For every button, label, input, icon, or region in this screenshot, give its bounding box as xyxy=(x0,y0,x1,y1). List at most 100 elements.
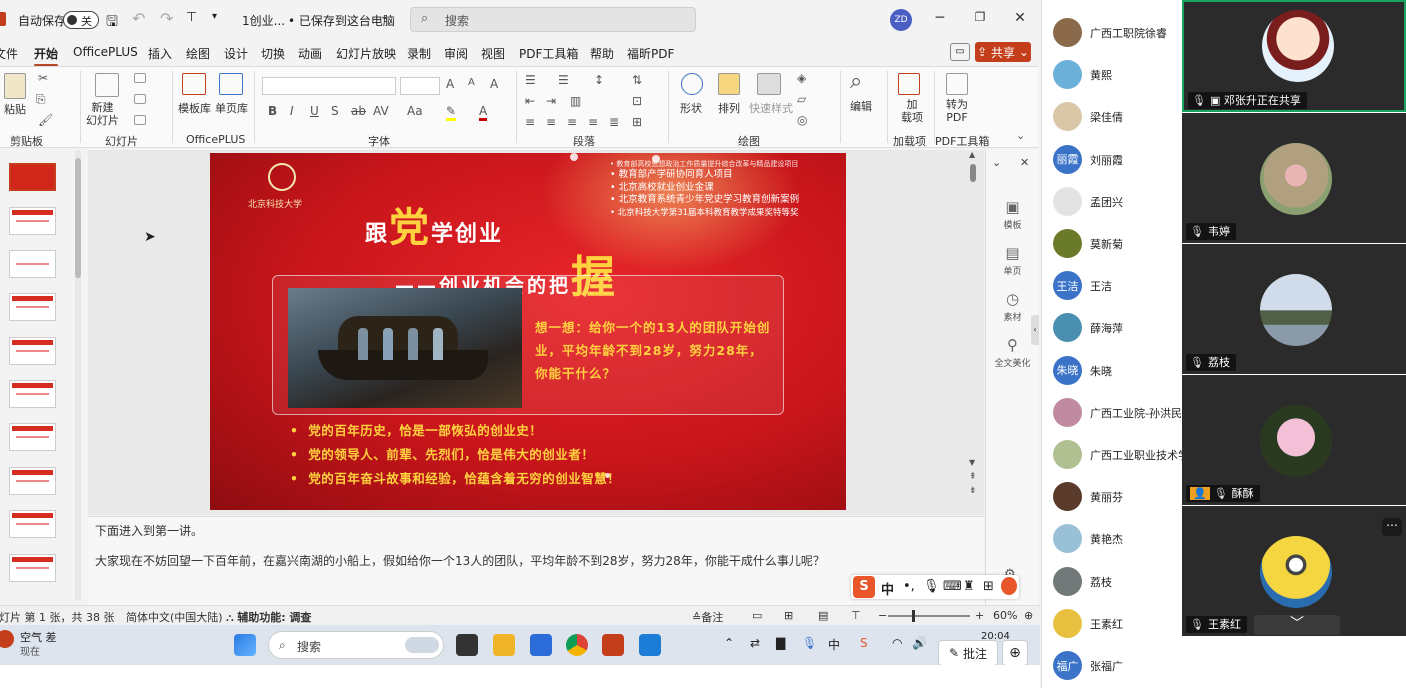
file-explorer-icon[interactable] xyxy=(493,634,515,656)
tray-chart-icon[interactable]: ▇ xyxy=(776,636,785,650)
align-text-icon[interactable]: ⊡ xyxy=(632,94,642,108)
shadow-icon[interactable]: S xyxy=(331,104,339,118)
tab-help[interactable]: 帮助 xyxy=(590,45,614,62)
slideshow-view-icon[interactable]: ⊤ xyxy=(851,609,861,622)
microphone-icon[interactable]: 🎙 xyxy=(923,579,940,594)
zoom-in-icon[interactable]: + xyxy=(975,609,984,622)
participant-row[interactable]: 王素红 xyxy=(1042,603,1182,645)
single-page-library-button[interactable]: 单页库 xyxy=(215,100,248,116)
tab-animations[interactable]: 动画 xyxy=(298,45,322,62)
ime-mode[interactable]: 中 xyxy=(881,579,894,598)
collapse-ribbon-icon[interactable]: ⌄ xyxy=(1016,129,1025,142)
slide-scrollbar[interactable]: ▲ ▼ ⇞ ⇟ xyxy=(969,150,977,505)
slide[interactable]: 北京科技大学 跟党学创业 ——创业机会的把握 教育部高校思想政治工作质量提升综合… xyxy=(210,153,846,510)
tab-design[interactable]: 设计 xyxy=(224,45,248,62)
tab-officeplus[interactable]: OfficePLUS xyxy=(73,45,138,59)
tab-slideshow[interactable]: 幻灯片放映 xyxy=(336,45,396,62)
annotate-button[interactable]: ✎ 批注 xyxy=(938,640,998,666)
justify-icon[interactable]: ≡ xyxy=(588,115,598,129)
redo-icon[interactable]: ↷ xyxy=(160,9,173,28)
shapes-button[interactable]: 形状 xyxy=(680,100,702,116)
weather-icon[interactable] xyxy=(0,630,14,648)
clear-format-icon[interactable]: A xyxy=(490,77,498,91)
panel-options-icon[interactable]: ⌄ xyxy=(992,156,1001,169)
close-icon[interactable]: ✕ xyxy=(1010,10,1030,26)
distribute-icon[interactable]: ≣ xyxy=(609,115,619,129)
tab-transitions[interactable]: 切换 xyxy=(261,45,285,62)
video-tile[interactable]: 👤 🎙 酥酥 xyxy=(1182,375,1406,505)
line-spacing-icon[interactable]: ↕ xyxy=(594,73,604,87)
quick-styles-button[interactable]: 快速样式 xyxy=(749,100,793,116)
save-status[interactable]: • 已保存到这台电脑 xyxy=(288,12,395,29)
tray-sogou-icon[interactable]: S xyxy=(860,636,868,650)
participant-row[interactable]: 广西工业职业技术学 xyxy=(1042,434,1182,476)
slide-thumbnail[interactable] xyxy=(9,337,56,365)
format-painter-icon[interactable]: 🖌 xyxy=(38,113,53,127)
customize-qat-icon[interactable]: ▾ xyxy=(212,11,217,22)
find-icon[interactable]: ⌕ xyxy=(850,69,862,94)
meeting-app-icon[interactable] xyxy=(639,634,661,656)
arrange-button[interactable]: 排列 xyxy=(718,100,740,116)
addins-button[interactable]: 加 载项 xyxy=(901,98,923,124)
paste-button[interactable]: 粘贴 xyxy=(4,101,26,117)
powerpoint-taskbar-icon[interactable] xyxy=(602,634,624,656)
tab-home[interactable]: 开始 xyxy=(34,45,59,67)
shape-outline-icon[interactable]: ▱ xyxy=(797,92,806,106)
close-panel-icon[interactable]: ✕ xyxy=(1020,156,1029,169)
minimize-icon[interactable]: ─ xyxy=(930,10,950,26)
tray-mic-icon[interactable]: 🎙 xyxy=(802,636,817,650)
zoom-level[interactable]: 60% xyxy=(993,609,1017,622)
increase-indent-icon[interactable]: ⇥ xyxy=(546,94,556,108)
wifi-icon[interactable]: ◠ xyxy=(892,636,902,650)
ime-toolbar[interactable]: S 中 •, 🎙 ⌨ ♜ ⊞ xyxy=(851,575,1019,599)
participant-row[interactable]: 黄熙 xyxy=(1042,54,1182,96)
panel-template[interactable]: ▣ 模板 xyxy=(986,198,1039,231)
notepad-icon[interactable] xyxy=(530,634,552,656)
new-slide-button[interactable]: 新建 幻灯片 xyxy=(86,101,119,127)
slide-thumbnail[interactable] xyxy=(9,554,56,582)
toolbox-icon[interactable]: ⊞ xyxy=(983,579,994,594)
tab-insert[interactable]: 插入 xyxy=(148,45,172,62)
participant-row[interactable]: 丽霞 刘丽霞 xyxy=(1042,139,1182,181)
single-page-library-icon[interactable] xyxy=(219,73,243,95)
participant-row[interactable]: 莫新菊 xyxy=(1042,223,1182,265)
participant-row[interactable]: 广西工职院徐睿 xyxy=(1042,12,1182,54)
language-status[interactable]: 简体中文(中国大陆) xyxy=(126,609,223,625)
fit-slide-icon[interactable]: ⊕ xyxy=(1024,609,1033,622)
convert-to-pdf-button[interactable]: 转为 PDF xyxy=(946,98,968,124)
share-button[interactable]: ⇪ 共享 ⌄ xyxy=(975,42,1031,62)
decrease-indent-icon[interactable]: ⇤ xyxy=(525,94,535,108)
ime-punct[interactable]: •, xyxy=(903,579,915,594)
section-icon[interactable] xyxy=(134,115,146,125)
font-grow-icon[interactable]: A xyxy=(446,77,454,91)
align-center-icon[interactable]: ≡ xyxy=(546,115,556,129)
arrange-icon[interactable] xyxy=(718,73,740,95)
font-size-select[interactable] xyxy=(400,77,440,95)
reading-view-icon[interactable]: ▤ xyxy=(818,609,828,622)
tab-view[interactable]: 视图 xyxy=(481,45,505,62)
task-view-icon[interactable] xyxy=(456,634,478,656)
zoom-out-icon[interactable]: − xyxy=(878,609,887,622)
collapse-gallery-button[interactable]: ﹀ xyxy=(1254,615,1340,635)
participant-row[interactable]: 黄丽芬 xyxy=(1042,476,1182,518)
windows-start-icon[interactable] xyxy=(234,634,256,656)
participant-row[interactable]: 朱晓 朱晓 xyxy=(1042,350,1182,392)
bold-icon[interactable]: B xyxy=(268,104,277,118)
user-avatar[interactable]: ZD xyxy=(890,9,912,31)
panel-collapse-handle[interactable]: ‹ xyxy=(1031,315,1039,345)
video-tile[interactable]: 🎙 荔枝 xyxy=(1182,244,1406,374)
shapes-icon[interactable] xyxy=(681,73,703,95)
notes-toggle[interactable]: ≙备注 xyxy=(692,609,723,625)
accessibility-status[interactable]: ⛬ 辅助功能: 调查 xyxy=(226,609,311,625)
comments-icon[interactable]: ▭ xyxy=(950,43,970,61)
autosave-toggle[interactable]: 关 xyxy=(63,11,99,29)
reset-icon[interactable] xyxy=(134,94,146,104)
slide-thumbnail[interactable] xyxy=(9,510,56,538)
chrome-icon[interactable] xyxy=(566,634,588,656)
zoom-slider[interactable] xyxy=(888,615,970,617)
font-color-icon[interactable]: A xyxy=(479,104,488,121)
layout-icon[interactable] xyxy=(134,73,146,83)
slide-thumbnail[interactable] xyxy=(9,423,56,451)
show-hidden-icons-icon[interactable]: ⌃ xyxy=(724,636,734,650)
slide-counter[interactable]: 幻灯片 第 1 张，共 38 张 xyxy=(0,609,114,625)
